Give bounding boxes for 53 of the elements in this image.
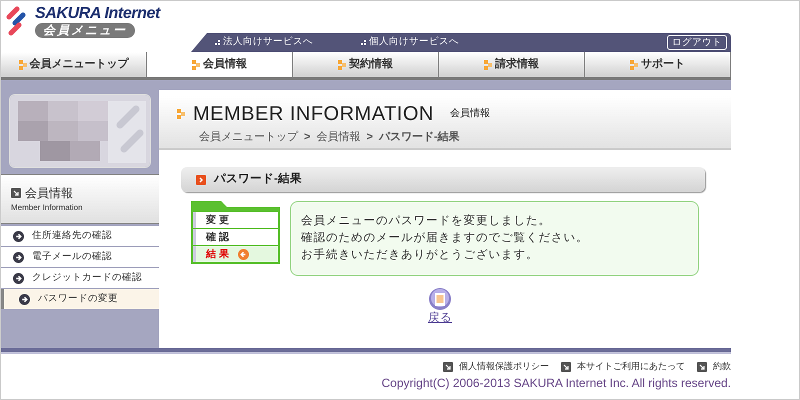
section-icon bbox=[196, 174, 206, 184]
dots-icon bbox=[215, 40, 220, 45]
back-link[interactable]: 戻る bbox=[428, 310, 452, 328]
bullet-icon bbox=[177, 108, 185, 119]
sidebar-item[interactable]: 住所連絡先の確認 bbox=[1, 226, 159, 246]
nav-tab[interactable]: 会員メニュートップ bbox=[1, 52, 147, 77]
bullet-icon bbox=[338, 60, 346, 70]
arrow-right-icon bbox=[19, 294, 30, 304]
bullet-icon bbox=[630, 60, 638, 70]
footer-link[interactable]: 約款 bbox=[697, 360, 731, 374]
breadcrumb-link[interactable]: 会員情報 bbox=[316, 128, 360, 146]
step-item: 結果 bbox=[193, 246, 278, 262]
bullet-icon bbox=[192, 60, 200, 70]
message-line: お手続きいただきありがとうございます。 bbox=[301, 247, 540, 263]
brand-name: SAKURA Internet bbox=[35, 5, 160, 23]
message-line: 確認のためのメールが届きますのでご覧ください。 bbox=[301, 230, 590, 246]
breadcrumb-link[interactable]: 会員メニュートップ bbox=[199, 128, 298, 146]
logout-button[interactable]: ログアウト bbox=[667, 35, 727, 50]
dots-icon bbox=[361, 40, 366, 45]
step-item: 変更 bbox=[193, 212, 278, 228]
sidebar-item[interactable]: クレジットカードの確認 bbox=[1, 268, 159, 288]
sidebar-item[interactable]: パスワードの変更 bbox=[1, 289, 159, 309]
page-subtitle: 会員情報 bbox=[450, 106, 490, 122]
bullet-icon bbox=[18, 60, 26, 70]
document-icon[interactable] bbox=[429, 288, 451, 310]
copyright: Copyright(C) 2006-2013 SAKURA Internet Inc. All rights reserved. bbox=[382, 376, 731, 390]
breadcrumb-separator: > bbox=[366, 130, 373, 145]
arrow-left-icon bbox=[238, 248, 249, 260]
footer-link[interactable]: 個人情報保護ポリシー bbox=[443, 360, 549, 374]
step-item: 確認 bbox=[193, 229, 278, 245]
sidebar-item[interactable]: 電子メールの確認 bbox=[1, 247, 159, 267]
link-arrow-icon bbox=[561, 362, 571, 372]
section-subtitle: Member Information bbox=[11, 202, 84, 214]
nav-tab[interactable]: 契約情報 bbox=[293, 52, 439, 77]
subtitle-badge: 会員メニュー bbox=[35, 23, 135, 38]
nav-tab[interactable]: サポート bbox=[585, 52, 731, 77]
arrow-right-icon bbox=[13, 272, 24, 284]
breadcrumb-current: パスワード-結果 bbox=[378, 130, 460, 145]
link-arrow-icon bbox=[443, 362, 453, 372]
arrow-right-icon bbox=[13, 230, 24, 242]
service-link[interactable]: 法人向けサービスへ bbox=[215, 35, 361, 50]
arrow-right-icon bbox=[13, 252, 24, 262]
message-line: 会員メニューのパスワードを変更しました。 bbox=[301, 213, 552, 229]
service-link[interactable]: 個人向けサービスへ bbox=[361, 35, 507, 50]
section-title: 会員情報 bbox=[25, 185, 73, 202]
footer-link[interactable]: 本サイトご利用にあたって bbox=[561, 360, 685, 374]
nav-tab[interactable]: 請求情報 bbox=[439, 52, 585, 77]
section-title: パスワード-結果 bbox=[214, 172, 302, 187]
breadcrumb-separator: > bbox=[304, 130, 310, 145]
link-arrow-icon bbox=[697, 362, 707, 372]
page-title: MEMBER INFORMATION bbox=[193, 102, 434, 127]
bullet-icon bbox=[484, 60, 492, 70]
link-arrow-icon bbox=[11, 188, 21, 198]
